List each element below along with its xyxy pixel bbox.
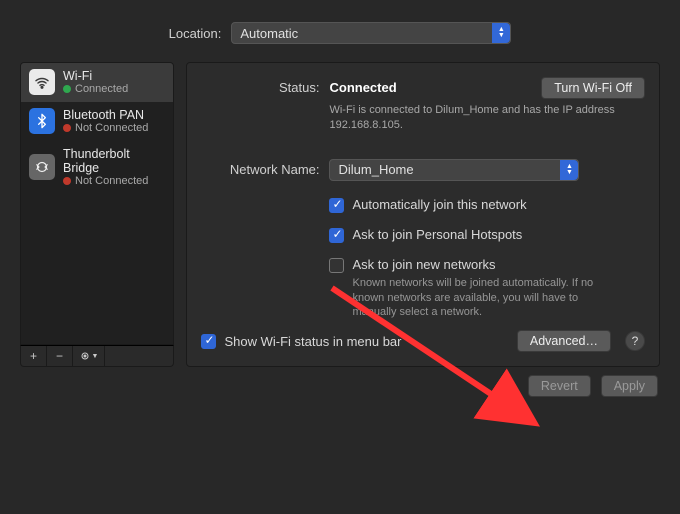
status-dot-icon — [63, 177, 71, 185]
sidebar-actions: + − ▼ — [20, 345, 174, 367]
new-networks-description: Known networks will be joined automatica… — [352, 276, 612, 321]
hotspot-checkbox[interactable]: Ask to join Personal Hotspots — [329, 227, 645, 243]
main-panel: Status: Connected Turn Wi-Fi Off Wi-Fi i… — [186, 62, 660, 367]
interface-list: Wi-Fi Connected Bluetooth PAN Not Connec… — [20, 62, 174, 345]
checkbox-label: Ask to join new networks — [352, 257, 495, 272]
interface-name: Wi-Fi — [63, 69, 128, 83]
remove-interface-button[interactable]: − — [47, 346, 73, 366]
status-dot-icon — [63, 85, 71, 93]
chevron-up-down-icon: ▲▼ — [560, 160, 578, 180]
checkbox-label: Show Wi-Fi status in menu bar — [224, 334, 401, 349]
thunderbolt-bridge-icon — [29, 154, 55, 180]
interface-status: Not Connected — [75, 122, 148, 134]
auto-join-checkbox[interactable]: Automatically join this network — [329, 197, 645, 213]
add-interface-button[interactable]: + — [21, 346, 47, 366]
location-dropdown[interactable]: Automatic ▲▼ — [231, 22, 511, 44]
checkbox-input[interactable] — [329, 258, 344, 273]
network-name-value: Dilum_Home — [338, 162, 413, 177]
checkbox-input[interactable] — [329, 228, 344, 243]
toggle-wifi-button[interactable]: Turn Wi-Fi Off — [541, 77, 645, 99]
apply-button[interactable]: Apply — [601, 375, 658, 397]
status-label: Status: — [201, 77, 329, 99]
chevron-up-down-icon: ▲▼ — [492, 23, 510, 43]
interface-item-thunderbolt[interactable]: Thunderbolt Bridge Not Connected — [21, 141, 173, 194]
help-button[interactable]: ? — [625, 331, 645, 351]
show-status-checkbox[interactable]: Show Wi-Fi status in menu bar — [201, 333, 401, 349]
checkbox-input[interactable] — [329, 198, 344, 213]
interface-name: Bluetooth PAN — [63, 108, 148, 122]
status-description: Wi-Fi is connected to Dilum_Home and has… — [329, 103, 645, 133]
interface-options-button[interactable]: ▼ — [73, 346, 105, 366]
bluetooth-icon — [29, 108, 55, 134]
revert-button[interactable]: Revert — [528, 375, 591, 397]
interface-item-bluetooth[interactable]: Bluetooth PAN Not Connected — [21, 102, 173, 141]
interface-status: Not Connected — [75, 175, 148, 187]
gear-icon — [79, 350, 91, 362]
interface-name: Thunderbolt Bridge — [63, 147, 165, 175]
interface-sidebar: Wi-Fi Connected Bluetooth PAN Not Connec… — [20, 62, 174, 367]
location-value: Automatic — [240, 26, 298, 41]
checkbox-label: Ask to join Personal Hotspots — [352, 227, 522, 242]
status-value: Connected — [329, 77, 396, 99]
location-label: Location: — [169, 26, 222, 41]
network-name-label: Network Name: — [201, 159, 329, 181]
interface-status: Connected — [75, 83, 128, 95]
wifi-icon — [29, 69, 55, 95]
checkbox-input[interactable] — [201, 334, 216, 349]
new-networks-checkbox[interactable]: Ask to join new networks Known networks … — [329, 257, 645, 321]
status-dot-icon — [63, 124, 71, 132]
chevron-down-icon: ▼ — [92, 353, 99, 360]
interface-item-wifi[interactable]: Wi-Fi Connected — [21, 63, 173, 102]
checkbox-label: Automatically join this network — [352, 197, 526, 212]
network-name-dropdown[interactable]: Dilum_Home ▲▼ — [329, 159, 579, 181]
advanced-button[interactable]: Advanced… — [517, 330, 611, 352]
